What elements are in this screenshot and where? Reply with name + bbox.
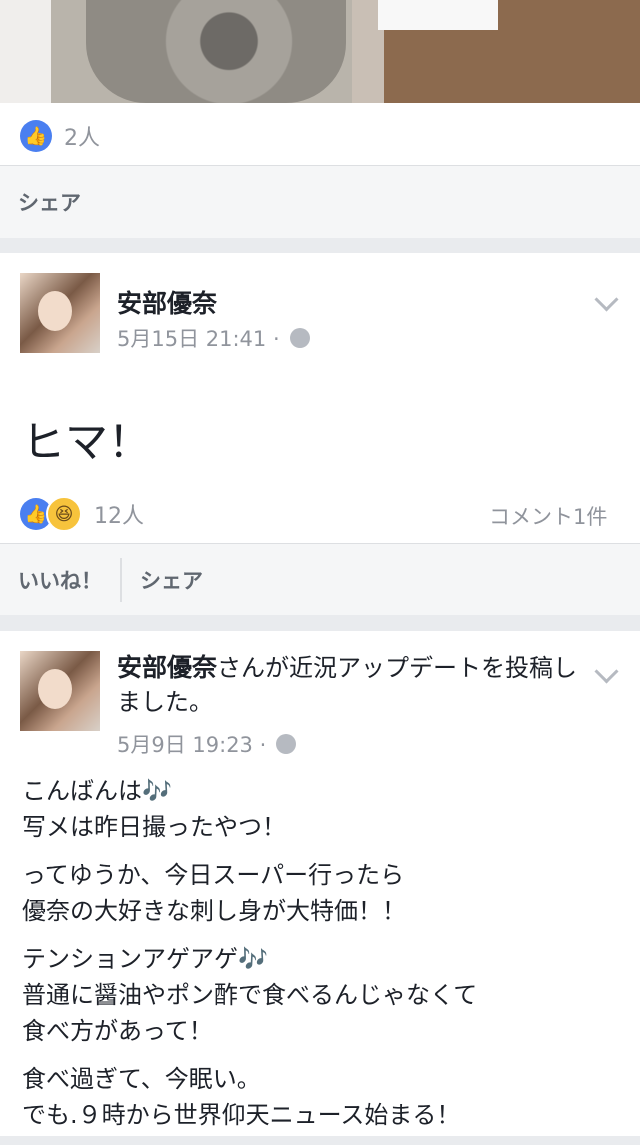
text-line: こんばんは🎶 (22, 777, 172, 805)
text-line: 食べ過ぎて、今眠い。 (22, 1065, 261, 1093)
like-icon: 👍 (20, 120, 52, 152)
paragraph: ってゆうか、今日スーパー行ったら 優奈の大好きな刺し身が大特価！！ (22, 857, 477, 929)
share-button[interactable]: シェア (122, 544, 221, 615)
action-bar: シェア (0, 166, 640, 238)
text-line: 写メは昨日撮ったやつ！ (22, 813, 286, 841)
reactions-row[interactable]: 👍 2人 (20, 119, 100, 153)
post-date[interactable]: 5月15日 21:41 · (117, 323, 280, 353)
post-text: ヒマ！ (22, 418, 151, 468)
post-card: 安部優奈さんが近況アップデートを投稿しました。 5月9日 19:23 · こんば… (0, 631, 640, 1136)
paragraph: こんばんは🎶 写メは昨日撮ったやつ！ (22, 773, 477, 845)
share-button[interactable]: シェア (0, 166, 99, 238)
globe-icon (276, 734, 297, 754)
post-card-previous: 👍 2人 シェア (0, 0, 640, 238)
post-headline: 安部優奈さんが近況アップデートを投稿しました。 (117, 651, 577, 719)
paragraph: テンションアゲアゲ🎶 普通に醤油やポン酢で食べるんじゃなくて 食べ方があって！ (22, 941, 477, 1049)
text-line: でも.９時から世界仰天ニュース始まる！ (22, 1101, 461, 1129)
like-button[interactable]: いいね！ (0, 544, 120, 615)
avatar[interactable] (20, 273, 100, 353)
chevron-down-icon[interactable] (594, 287, 619, 312)
post-photo[interactable] (0, 0, 640, 103)
paragraph: 食べ過ぎて、今眠い。 でも.９時から世界仰天ニュース始まる！ (22, 1061, 477, 1133)
text-line: テンションアゲアゲ🎶 (22, 945, 268, 973)
photo-shirt (86, 0, 346, 103)
author-name[interactable]: 安部優奈 (117, 284, 217, 320)
reaction-count: 12人 (94, 504, 144, 529)
post-body: こんばんは🎶 写メは昨日撮ったやつ！ ってゆうか、今日スーパー行ったら 優奈の大… (22, 773, 477, 1145)
reactions-row[interactable]: 👍 😆 12人 (20, 496, 144, 532)
text-line: 食べ方があって！ (22, 1017, 213, 1045)
action-bar: いいね！ シェア (0, 544, 640, 615)
text-line: 優奈の大好きな刺し身が大特価！！ (22, 897, 406, 925)
comment-count[interactable]: コメント1件 (489, 501, 607, 531)
haha-icon: 😆 (46, 496, 82, 532)
globe-icon (289, 328, 310, 348)
post-meta: 5月15日 21:41 · (117, 323, 310, 353)
reaction-count: 2人 (64, 126, 100, 151)
text-line: ってゆうか、今日スーパー行ったら (22, 861, 405, 889)
chevron-down-icon[interactable] (594, 659, 619, 684)
post-meta: 5月9日 19:23 · (117, 729, 297, 759)
photo-box (378, 0, 498, 30)
author-name[interactable]: 安部優奈 (117, 653, 217, 682)
post-date[interactable]: 5月9日 19:23 · (117, 729, 266, 759)
avatar[interactable] (20, 651, 100, 731)
text-line: 普通に醤油やポン酢で食べるんじゃなくて (22, 981, 478, 1009)
